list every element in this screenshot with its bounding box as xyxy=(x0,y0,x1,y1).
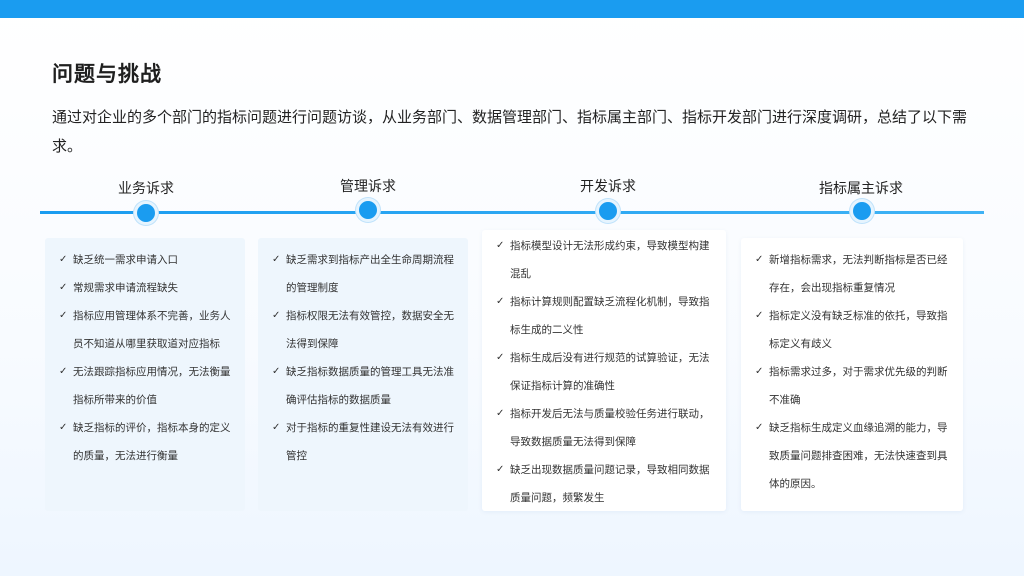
list-item: ✓ 常规需求申请流程缺失 xyxy=(59,274,235,302)
list-item: ✓ 指标计算规则配置缺乏流程化机制，导致指标生成的二义性 xyxy=(496,288,716,344)
stage-label-development: 开发诉求 xyxy=(580,179,636,195)
timeline-dot-owner xyxy=(850,199,874,223)
card-owner: ✓ 新增指标需求，无法判断指标是否已经存在，会出现指标重复情况 ✓ 指标定义没有缺乏… xyxy=(741,238,963,511)
stage-label-owner: 指标属主诉求 xyxy=(819,181,903,197)
list-item: ✓ 缺乏指标生成定义血缘追溯的能力，导致质量问题排查困难，无法快速查到具体的原因。 xyxy=(755,414,953,498)
list-item: ✓ 缺乏出现数据质量问题记录，导致相同数据质量问题，频繁发生 xyxy=(496,456,716,512)
list-item: ✓ 新增指标需求，无法判断指标是否已经存在，会出现指标重复情况 xyxy=(755,246,953,302)
intro-text: 通过对企业的多个部门的指标问题进行问题访谈，从业务部门、数据管理部门、指标属主部… xyxy=(52,108,968,155)
check-icon: ✓ xyxy=(59,282,68,293)
card-management: ✓ 缺乏需求到指标产出全生命周期流程的管理制度 ✓ 指标权限无法有效管控，数据安全无… xyxy=(258,238,468,511)
list-item: ✓ 缺乏指标的评价，指标本身的定义的质量，无法进行衡量 xyxy=(59,414,235,470)
list-item: ✓ 指标权限无法有效管控，数据安全无法得到保障 xyxy=(272,302,458,358)
check-icon: ✓ xyxy=(755,422,764,433)
check-icon: ✓ xyxy=(272,254,281,265)
check-icon: ✓ xyxy=(496,240,505,251)
check-icon: ✓ xyxy=(496,352,505,363)
list-item: ✓ 无法跟踪指标应用情况，无法衡量指标所带来的价值 xyxy=(59,358,235,414)
check-icon: ✓ xyxy=(496,296,505,307)
top-accent-bar xyxy=(0,0,1024,18)
timeline-dot-development xyxy=(596,199,620,223)
check-icon: ✓ xyxy=(272,310,281,321)
page-title: 问题与挑战 xyxy=(52,62,162,86)
card-development: ✓ 指标模型设计无法形成约束，导致模型构建混乱 ✓ 指标计算规则配置缺乏流程化机制，… xyxy=(482,230,726,511)
list-item: ✓ 指标模型设计无法形成约束，导致模型构建混乱 xyxy=(496,232,716,288)
check-icon: ✓ xyxy=(272,366,281,377)
card-business-list: ✓ 缺乏统一需求申请入口 ✓ 常规需求申请流程缺失 ✓ 指标应用管理体系不完善，业务人… xyxy=(59,246,235,470)
card-development-list: ✓ 指标模型设计无法形成约束，导致模型构建混乱 ✓ 指标计算规则配置缺乏流程化机制，… xyxy=(496,232,716,512)
list-item: ✓ 缺乏需求到指标产出全生命周期流程的管理制度 xyxy=(272,246,458,302)
card-business: ✓ 缺乏统一需求申请入口 ✓ 常规需求申请流程缺失 ✓ 指标应用管理体系不完善，业务人… xyxy=(45,238,245,511)
check-icon: ✓ xyxy=(59,310,68,321)
list-item: ✓ 对于指标的重复性建设无法有效进行管控 xyxy=(272,414,458,470)
list-item: ✓ 指标生成后没有进行规范的试算验证，无法保证指标计算的准确性 xyxy=(496,344,716,400)
timeline-dot-management xyxy=(356,198,380,222)
check-icon: ✓ xyxy=(272,422,281,433)
card-management-list: ✓ 缺乏需求到指标产出全生命周期流程的管理制度 ✓ 指标权限无法有效管控，数据安全无… xyxy=(272,246,458,470)
check-icon: ✓ xyxy=(755,366,764,377)
slide: 问题与挑战 通过对企业的多个部门的指标问题进行问题访谈，从业务部门、数据管理部门… xyxy=(0,0,1024,576)
list-item: ✓ 指标开发后无法与质量校验任务进行联动，导致数据质量无法得到保障 xyxy=(496,400,716,456)
check-icon: ✓ xyxy=(755,310,764,321)
list-item: ✓ 指标应用管理体系不完善，业务人员不知道从哪里获取道对应指标 xyxy=(59,302,235,358)
timeline-line xyxy=(40,211,984,214)
stage-label-business: 业务诉求 xyxy=(118,181,174,197)
list-item: ✓ 指标定义没有缺乏标准的依托，导致指标定义有歧义 xyxy=(755,302,953,358)
check-icon: ✓ xyxy=(59,366,68,377)
check-icon: ✓ xyxy=(59,422,68,433)
stage-label-management: 管理诉求 xyxy=(340,179,396,195)
check-icon: ✓ xyxy=(496,464,505,475)
list-item: ✓ 指标需求过多，对于需求优先级的判断不准确 xyxy=(755,358,953,414)
check-icon: ✓ xyxy=(496,408,505,419)
check-icon: ✓ xyxy=(755,254,764,265)
card-owner-list: ✓ 新增指标需求，无法判断指标是否已经存在，会出现指标重复情况 ✓ 指标定义没有缺乏… xyxy=(755,246,953,498)
list-item: ✓ 缺乏统一需求申请入口 xyxy=(59,246,235,274)
timeline-dot-business xyxy=(134,201,158,225)
check-icon: ✓ xyxy=(59,254,68,265)
list-item: ✓ 缺乏指标数据质量的管理工具无法准确评估指标的数据质量 xyxy=(272,358,458,414)
